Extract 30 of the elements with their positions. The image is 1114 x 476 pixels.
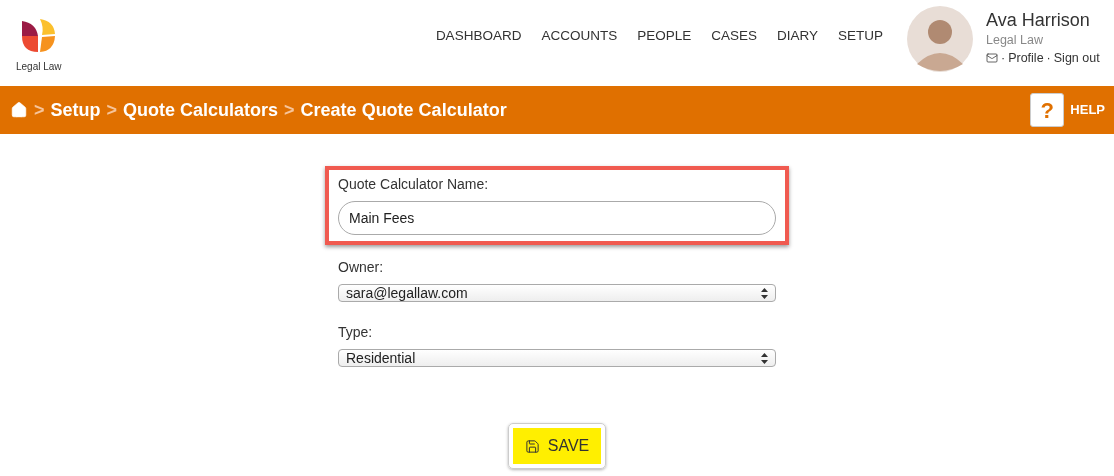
nav-link[interactable]: PEOPLE (637, 25, 692, 47)
user-company: Legal Law (986, 31, 1044, 49)
breadcrumb-separator: > (34, 98, 45, 122)
home-icon[interactable] (10, 101, 28, 119)
brand-name: Legal Law (16, 59, 62, 74)
mail-icon[interactable] (986, 52, 998, 64)
nav-link[interactable]: DIARY (776, 25, 818, 47)
logo-icon (21, 18, 56, 53)
avatar-icon (907, 6, 973, 72)
name-input[interactable]: Main Fees (338, 201, 776, 235)
nav-link[interactable]: DASHBOARD (435, 25, 522, 47)
dropdown-select[interactable]: sara@legallaw.com (338, 284, 776, 302)
field-label: Owner: (338, 258, 385, 277)
nav-link[interactable]: ACCOUNTS (541, 25, 618, 47)
user-name: Ava Harrison (986, 8, 1091, 31)
save-button[interactable]: SAVE (512, 428, 602, 464)
profile-link[interactable]: Profile (1008, 48, 1044, 68)
updown-icon (761, 287, 768, 299)
nav-link[interactable]: CASES (711, 25, 757, 47)
save-icon (524, 438, 540, 454)
separator-dot: · (1001, 49, 1006, 67)
dropdown-select[interactable]: Residential (338, 349, 776, 367)
breadcrumb-separator: > (106, 98, 118, 122)
separator-dot: · (1046, 49, 1051, 67)
nav-link[interactable]: SETUP (838, 25, 883, 47)
field-label: Quote Calculator Name: (338, 175, 490, 194)
breadcrumb-separator: > (284, 98, 295, 122)
field-label: Type: (338, 323, 374, 342)
sign-out-link[interactable]: Sign out (1053, 48, 1100, 68)
updown-icon (761, 352, 768, 364)
